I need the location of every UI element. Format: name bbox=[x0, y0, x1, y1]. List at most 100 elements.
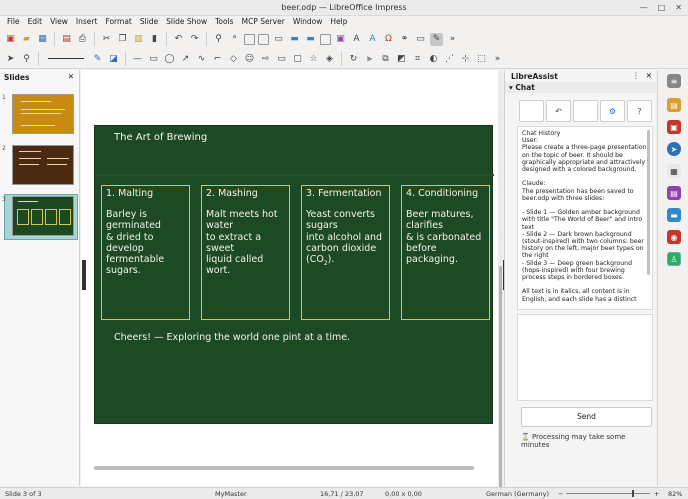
3d-objects-icon[interactable]: ◈ bbox=[323, 52, 336, 65]
slide-thumbnail-3[interactable]: 3 bbox=[2, 196, 76, 240]
sidebar-menu-icon[interactable]: ≡ bbox=[667, 74, 681, 88]
special-character-icon[interactable]: Ω bbox=[382, 33, 395, 46]
menu-window[interactable]: Window bbox=[289, 16, 327, 29]
slide-thumbnail-1[interactable]: 1 bbox=[2, 94, 76, 138]
panel-menu-icon[interactable]: ⋮ bbox=[632, 71, 640, 80]
step-box-malting[interactable]: 1. Malting Barley is germinated & dried … bbox=[101, 185, 190, 320]
gallery-icon[interactable]: ▬ bbox=[667, 208, 681, 222]
select-arrow-icon[interactable]: ➤ bbox=[4, 52, 17, 65]
slide-footer[interactable]: Cheers! — Exploring the world one pint a… bbox=[114, 332, 350, 343]
align-icon[interactable]: ⫸ bbox=[363, 52, 376, 65]
fontwork-icon[interactable]: A bbox=[366, 33, 379, 46]
rectangle-icon[interactable]: ▭ bbox=[147, 52, 160, 65]
menu-tools[interactable]: Tools bbox=[211, 16, 237, 29]
chat-history-scrollbar[interactable] bbox=[647, 130, 650, 275]
properties-icon[interactable]: ▤ bbox=[667, 98, 681, 112]
collapse-slides-pane-handle[interactable] bbox=[82, 260, 86, 290]
close-button[interactable]: ✕ bbox=[675, 3, 682, 12]
flowchart-icon[interactable]: ▭ bbox=[275, 52, 288, 65]
slide-title[interactable]: The Art of Brewing bbox=[114, 132, 207, 143]
chat-history[interactable]: Chat History User: Please create a three… bbox=[517, 126, 653, 310]
callouts-icon[interactable]: ▢ bbox=[291, 52, 304, 65]
zoom-in-button[interactable]: + bbox=[654, 490, 659, 498]
language-status[interactable]: German (Germany) bbox=[486, 490, 549, 498]
menu-format[interactable]: Format bbox=[101, 16, 135, 29]
menu-view[interactable]: View bbox=[46, 16, 72, 29]
menu-mcp-server[interactable]: MCP Server bbox=[238, 16, 289, 29]
chat-button-1[interactable] bbox=[519, 100, 544, 122]
animation-icon[interactable]: ➤ bbox=[667, 142, 681, 156]
stars-icon[interactable]: ☆ bbox=[307, 52, 320, 65]
zoom-out-button[interactable]: − bbox=[558, 490, 563, 498]
libreassist-icon[interactable]: ♙ bbox=[667, 252, 681, 266]
horizontal-scrollbar[interactable] bbox=[94, 466, 474, 470]
open-folder-icon[interactable]: ▰ bbox=[20, 33, 33, 46]
menu-slide[interactable]: Slide bbox=[136, 16, 162, 29]
more-options-icon[interactable]: » bbox=[446, 33, 459, 46]
export-pdf-icon[interactable]: ▤ bbox=[60, 33, 73, 46]
insert-media-icon[interactable]: ▣ bbox=[334, 33, 347, 46]
zoom-slider-handle[interactable] bbox=[632, 490, 634, 497]
glue-points-icon[interactable]: ⊹ bbox=[459, 52, 472, 65]
shadow-icon[interactable]: ◩ bbox=[395, 52, 408, 65]
vertical-scrollbar[interactable] bbox=[498, 70, 503, 496]
slide-transition-icon[interactable]: ▣ bbox=[667, 120, 681, 134]
spelling-icon[interactable]: ᵃ bbox=[228, 33, 241, 46]
clone-formatting-icon[interactable]: ▮ bbox=[148, 33, 161, 46]
display-views-icon[interactable]: ▭ bbox=[272, 33, 285, 46]
more-options-icon[interactable]: » bbox=[491, 52, 504, 65]
table-icon[interactable] bbox=[258, 33, 269, 45]
arrange-icon[interactable]: ⧉ bbox=[379, 52, 392, 65]
undo-button[interactable]: ↶ bbox=[546, 100, 571, 122]
line-style-selector[interactable] bbox=[48, 58, 84, 59]
help-button[interactable]: ? bbox=[627, 100, 652, 122]
connectors-icon[interactable]: ⌐ bbox=[211, 52, 224, 65]
line-color-icon[interactable]: ✎ bbox=[91, 52, 104, 65]
zoom-slider[interactable] bbox=[566, 493, 650, 494]
slide-thumbnail-2[interactable]: 2 bbox=[2, 145, 76, 189]
step-box-fermentation[interactable]: 3. Fermentation Yeast converts sugars in… bbox=[301, 185, 390, 320]
crop-icon[interactable]: ⌗ bbox=[411, 52, 424, 65]
menu-insert[interactable]: Insert bbox=[72, 16, 102, 29]
comment-icon[interactable]: ▭ bbox=[414, 33, 427, 46]
menu-slide-show[interactable]: Slide Show bbox=[162, 16, 211, 29]
close-icon[interactable]: ✕ bbox=[646, 71, 652, 80]
zoom-pan-icon[interactable]: ⚲ bbox=[20, 52, 33, 65]
master-name[interactable]: MyMaster bbox=[215, 490, 247, 498]
lines-arrows-icon[interactable]: ↗ bbox=[179, 52, 192, 65]
rotate-icon[interactable]: ↻ bbox=[347, 52, 360, 65]
menu-file[interactable]: File bbox=[3, 16, 24, 29]
step-box-mashing[interactable]: 2. Mashing Malt meets hot water to extra… bbox=[201, 185, 290, 320]
basic-shapes-icon[interactable]: ◇ bbox=[227, 52, 240, 65]
slide-canvas[interactable]: The Art of Brewing 1. Malting Barley is … bbox=[94, 125, 494, 424]
send-button[interactable]: Send bbox=[521, 407, 652, 427]
find-replace-icon[interactable]: ⚲ bbox=[212, 33, 225, 46]
insert-line-icon[interactable]: — bbox=[131, 52, 144, 65]
close-icon[interactable]: ✕ bbox=[68, 72, 74, 81]
curves-icon[interactable]: ∿ bbox=[195, 52, 208, 65]
hyperlink-icon[interactable]: ⚭ bbox=[398, 33, 411, 46]
insert-chart-icon[interactable]: ▬ bbox=[304, 33, 317, 46]
chat-button-3[interactable] bbox=[573, 100, 598, 122]
settings-button[interactable]: ⚙ bbox=[600, 100, 625, 122]
zoom-level[interactable]: 82% bbox=[668, 490, 682, 498]
menu-help[interactable]: Help bbox=[326, 16, 351, 29]
step-box-conditioning[interactable]: 4. Conditioning Beer matures, clarifies … bbox=[401, 185, 490, 320]
fill-color-icon[interactable]: ◪ bbox=[107, 52, 120, 65]
filter-icon[interactable]: ◐ bbox=[427, 52, 440, 65]
print-icon[interactable]: ⎙ bbox=[76, 33, 89, 46]
symbol-shapes-icon[interactable]: ☺ bbox=[243, 52, 256, 65]
paste-icon[interactable]: ▥ bbox=[132, 33, 145, 46]
minimize-button[interactable]: — bbox=[640, 3, 648, 12]
chat-section-header[interactable]: ▾ Chat bbox=[505, 82, 656, 93]
cut-icon[interactable]: ✂ bbox=[100, 33, 113, 46]
insert-table-icon[interactable] bbox=[320, 33, 331, 45]
menu-edit[interactable]: Edit bbox=[24, 16, 47, 29]
display-grid-icon[interactable] bbox=[244, 33, 255, 45]
chat-input[interactable] bbox=[517, 314, 653, 401]
save-icon[interactable]: ▦ bbox=[36, 33, 49, 46]
draw-function-icon[interactable]: ✎ bbox=[430, 32, 443, 46]
ellipse-icon[interactable]: ◯ bbox=[163, 52, 176, 65]
maximize-button[interactable]: □ bbox=[658, 3, 666, 12]
insert-textbox-icon[interactable]: A bbox=[350, 33, 363, 46]
